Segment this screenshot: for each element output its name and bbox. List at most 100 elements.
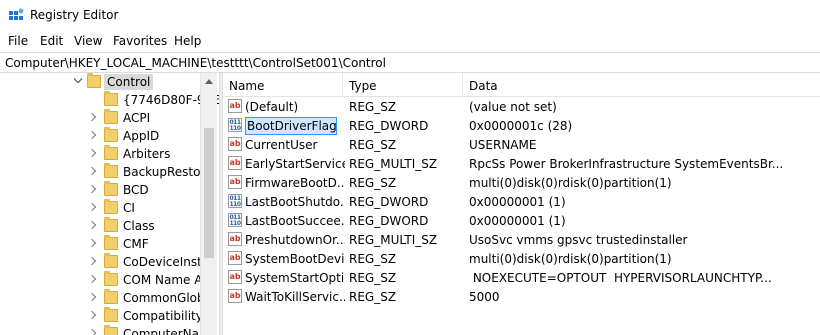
tree-item[interactable]: ACPI [0, 109, 200, 127]
value-name: CurrentUser [245, 138, 318, 152]
menu-view[interactable]: View [74, 34, 102, 48]
value-row[interactable]: ab (Default) REG_SZ (value not set) [223, 97, 820, 116]
chevron-right-icon[interactable] [87, 220, 97, 230]
values-list[interactable]: Name Type Data ab (Default) REG_SZ (value n… [223, 73, 820, 335]
chevron-right-icon[interactable] [87, 130, 97, 140]
value-row[interactable]: ab CurrentUser REG_SZ USERNAME [223, 135, 820, 154]
value-data: UsoSvc vmms gpsvc trustedinstaller [469, 233, 688, 247]
tree-item[interactable]: BCD [0, 181, 200, 199]
value-row[interactable]: 011 110 BootDriverFlags REG_DWORD 0x0000001c… [223, 116, 820, 135]
value-row[interactable]: ab FirmwareBootD... REG_SZ multi(0)disk(0)r… [223, 173, 820, 192]
tree-item[interactable]: CI [0, 199, 200, 217]
value-data: 0x00000001 (1) [469, 195, 566, 209]
tree-item-label: Arbiters [123, 147, 171, 161]
tree-item[interactable]: Arbiters [0, 145, 200, 163]
chevron-right-icon[interactable] [87, 112, 97, 122]
chevron-right-icon[interactable] [87, 238, 97, 248]
menu-favorites[interactable]: Favorites [113, 34, 167, 48]
value-type: REG_SZ [349, 100, 397, 114]
column-divider[interactable] [342, 73, 343, 97]
value-type: REG_MULTI_SZ [349, 233, 438, 247]
value-data: multi(0)disk(0)rdisk(0)partition(1) [469, 176, 672, 190]
tree-item[interactable]: CoDeviceInsta [0, 253, 209, 271]
chevron-right-icon[interactable] [87, 202, 97, 212]
tree-item[interactable]: {7746D80F-97E [0, 91, 219, 109]
tree-item-label: CoDeviceInsta [123, 255, 210, 269]
chevron-right-icon[interactable] [87, 292, 97, 302]
menu-help[interactable]: Help [174, 34, 201, 48]
chevron-right-icon[interactable] [87, 328, 97, 335]
scrollbar-thumb[interactable] [204, 128, 214, 258]
value-name: FirmwareBootD... [245, 176, 345, 190]
folder-icon [104, 199, 118, 214]
folder-icon [104, 217, 118, 232]
key-tree[interactable]: Control {7746D80F-97E ACPI AppID Arbiters Ba… [0, 73, 219, 335]
value-row[interactable]: 011 110 LastBootShutdo... REG_DWORD 0x000000… [223, 192, 820, 211]
column-divider[interactable] [462, 73, 463, 97]
tree-item[interactable]: AppID [0, 127, 200, 145]
chevron-right-icon[interactable] [87, 166, 97, 176]
value-data: 0x00000001 (1) [469, 214, 566, 228]
value-row[interactable]: ab SystemStartOpti... REG_SZ NOEXECUTE=OPT… [223, 268, 820, 287]
tree-item-label: AppID [123, 129, 160, 143]
chevron-right-icon[interactable] [87, 274, 97, 284]
value-row[interactable]: ab PreshutdownOr... REG_MULTI_SZ UsoSvc vmm… [223, 230, 820, 249]
tree-item[interactable]: COM Name A [0, 271, 203, 289]
value-data: RpcSs Power BrokerInfrastructure SystemE… [469, 157, 784, 171]
value-data: NOEXECUTE=OPTOUT HYPERVISORLAUNCHTYP... [469, 271, 772, 285]
folder-icon [104, 127, 118, 142]
menu-file[interactable]: File [8, 34, 28, 48]
tree-item[interactable]: ComputerNar [0, 325, 204, 335]
tree-item-label: Control [104, 74, 154, 90]
chevron-right-icon[interactable] [87, 184, 97, 194]
value-data: 5000 [469, 290, 500, 304]
menu-edit[interactable]: Edit [40, 34, 63, 48]
value-row[interactable]: ab WaitToKillServic... REG_SZ 5000 [223, 287, 820, 306]
list-header: Name Type Data [223, 73, 820, 97]
value-type: REG_SZ [349, 252, 397, 266]
tree-scrollbar[interactable] [200, 73, 217, 335]
chevron-right-icon[interactable] [87, 148, 97, 158]
tree-item[interactable]: Class [0, 217, 200, 235]
tree-item[interactable]: Compatibility [0, 307, 203, 325]
value-row[interactable]: 011 110 LastBootSuccee... REG_DWORD 0x000000… [223, 211, 820, 230]
column-header-data[interactable]: Data [469, 79, 498, 93]
chevron-down-icon[interactable] [73, 74, 83, 84]
tree-item-label: CI [123, 201, 135, 215]
folder-icon [104, 109, 118, 124]
tree-item-label: CommonGlob [123, 291, 205, 305]
tree-item-control[interactable]: Control [0, 73, 200, 91]
tree-item[interactable]: CMF [0, 235, 200, 253]
scroll-up-arrow-icon[interactable] [205, 79, 213, 84]
title-bar: Registry Editor [0, 0, 820, 30]
tree-item-label: ACPI [123, 111, 151, 125]
address-path[interactable]: Computer\HKEY_LOCAL_MACHINE\testttt\Cont… [5, 56, 386, 70]
string-value-icon: ab [228, 175, 242, 189]
tree-item-label: COM Name A [123, 273, 203, 287]
registry-editor-icon [9, 8, 24, 20]
chevron-right-icon[interactable] [87, 310, 97, 320]
tree-item-label: CMF [123, 237, 149, 251]
value-data: multi(0)disk(0)rdisk(0)partition(1) [469, 252, 672, 266]
tree-item[interactable]: BackupRestore [0, 163, 213, 181]
tree-item-label: Compatibility [123, 309, 203, 323]
folder-icon [104, 235, 118, 250]
value-data: 0x0000001c (28) [469, 119, 573, 133]
value-type: REG_DWORD [349, 119, 429, 133]
string-value-icon: ab [228, 156, 242, 170]
folder-icon [104, 289, 118, 304]
tree-item[interactable]: CommonGlob [0, 289, 205, 307]
column-header-type[interactable]: Type [349, 79, 377, 93]
value-row[interactable]: ab SystemBootDevi... REG_SZ multi(0)disk(0)… [223, 249, 820, 268]
string-value-icon: ab [228, 232, 242, 246]
menu-bar: File Edit View Favorites Help [0, 31, 820, 51]
value-name: EarlyStartServices [245, 157, 345, 171]
string-value-icon: ab [228, 251, 242, 265]
chevron-right-icon[interactable] [87, 256, 97, 266]
value-row[interactable]: ab EarlyStartServices REG_MULTI_SZ RpcSs Po… [223, 154, 820, 173]
value-type: REG_DWORD [349, 195, 429, 209]
value-name: LastBootSuccee... [245, 214, 345, 228]
address-bar[interactable]: Computer\HKEY_LOCAL_MACHINE\testttt\Cont… [0, 52, 820, 73]
folder-open-icon [87, 73, 101, 88]
column-header-name[interactable]: Name [229, 79, 264, 93]
